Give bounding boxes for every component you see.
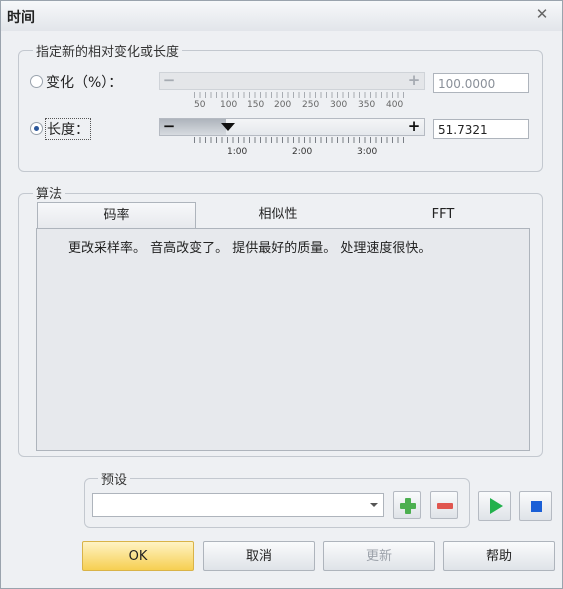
algorithm-description: 更改采样率。 音高改变了。 提供最好的质量。 处理速度很快。 [68,241,432,256]
tab-similarity[interactable]: 相似性 [197,202,359,228]
update-button[interactable]: 更新 [323,541,435,571]
length-label: 长度： [45,118,91,140]
length-increase-button[interactable]: + [407,119,421,134]
minus-icon [437,503,453,509]
ok-button[interactable]: OK [82,541,194,571]
cancel-button[interactable]: 取消 [203,541,315,571]
relative-change-group [18,50,543,172]
percent-slider[interactable] [159,72,425,90]
presets-select[interactable] [92,493,384,517]
percent-tick-label: 50 [194,100,206,110]
chevron-down-icon[interactable] [370,503,378,507]
percent-increase-button[interactable]: + [407,73,421,88]
percent-field[interactable]: 100.0000 [433,73,529,93]
percent-tick-label: 400 [386,100,404,110]
length-field[interactable]: 51.7321 [433,119,529,139]
percent-ticks [194,92,404,98]
length-tick-label: 1:00 [227,147,248,157]
percent-tick-label: 300 [330,100,348,110]
presets-legend: 预设 [98,469,131,488]
length-ticks [194,137,404,143]
plus-icon [400,503,416,509]
close-icon[interactable]: ✕ [534,6,550,22]
play-button[interactable] [478,491,511,521]
length-tick-label: 2:00 [292,147,313,157]
percent-tick-label: 250 [302,100,320,110]
percent-decrease-button[interactable]: − [162,73,176,88]
title-bar: 时间 ✕ [1,1,562,31]
relative-change-legend: 指定新的相对变化或长度 [33,41,183,60]
algorithm-panel: 更改采样率。 音高改变了。 提供最好的质量。 处理速度很快。 [36,228,530,451]
percent-tick-label: 100 [220,100,238,110]
length-tick-label: 3:00 [357,147,378,157]
tab-fft[interactable]: FFT [363,202,523,228]
stop-icon [531,501,542,512]
percent-tick-label: 350 [358,100,376,110]
help-button[interactable]: 帮助 [443,541,555,571]
length-decrease-button[interactable]: − [162,119,176,134]
dialog-title: 时间 [7,10,35,26]
percent-radio[interactable] [30,75,43,88]
percent-tick-label: 200 [274,100,292,110]
percent-label: 变化（%）： [46,75,123,91]
length-slider[interactable] [159,118,425,136]
remove-preset-button[interactable] [430,491,458,519]
add-preset-button[interactable] [393,491,421,519]
length-radio[interactable] [30,122,43,135]
algorithm-legend: 算法 [33,183,66,202]
length-slider-thumb[interactable] [221,123,235,131]
percent-tick-label: 150 [247,100,265,110]
time-dialog: 时间 ✕ 指定新的相对变化或长度 变化（%）： − + 50 100 150 2… [0,0,563,589]
play-icon [490,498,503,514]
tab-bitrate[interactable]: 码率 [37,202,196,228]
stop-button[interactable] [519,491,552,521]
